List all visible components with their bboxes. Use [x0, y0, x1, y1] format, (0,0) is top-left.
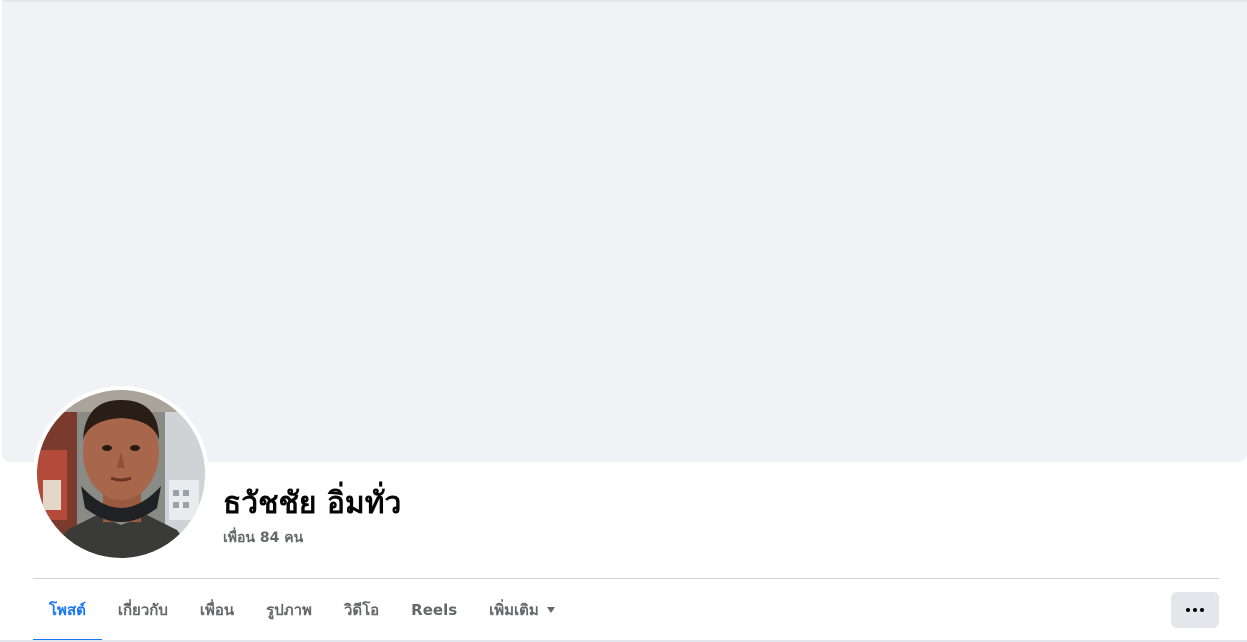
tab-label: เพื่อน [199, 601, 235, 619]
tab-label: เกี่ยวกับ [117, 601, 168, 619]
tab-more[interactable]: เพิ่มเติม [473, 580, 571, 640]
tab-about[interactable]: เกี่ยวกับ [102, 580, 184, 640]
profile-tabs: โพสต์ เกี่ยวกับ เพื่อน รูปภาพ วิดีโอ Ree… [33, 580, 571, 642]
tab-label: Reels [411, 601, 458, 619]
cover-photo[interactable] [2, 0, 1247, 462]
more-horizontal-icon [1186, 608, 1204, 612]
tab-friends[interactable]: เพื่อน [184, 580, 250, 640]
profile-picture[interactable] [37, 390, 205, 558]
friends-count-link[interactable]: เพื่อน 84 คน [223, 528, 303, 548]
tab-posts[interactable]: โพสต์ [33, 580, 102, 642]
tab-reels[interactable]: Reels [395, 580, 473, 640]
tab-label: รูปภาพ [266, 601, 312, 619]
tab-photos[interactable]: รูปภาพ [250, 580, 328, 640]
more-options-button[interactable] [1171, 592, 1219, 628]
header-divider [33, 578, 1219, 579]
caret-down-icon [546, 607, 555, 613]
tab-videos[interactable]: วิดีโอ [328, 580, 395, 640]
tab-label: เพิ่มเติม [489, 601, 539, 619]
profile-picture-frame[interactable] [33, 386, 209, 562]
profile-page: ธวัชชัย อิ่มทั่ว เพื่อน 84 คน โพสต์ เกี่… [0, 0, 1247, 642]
tab-label: โพสต์ [49, 601, 86, 619]
tab-label: วิดีโอ [343, 601, 380, 619]
profile-name: ธวัชชัย อิ่มทั่ว [223, 486, 402, 521]
